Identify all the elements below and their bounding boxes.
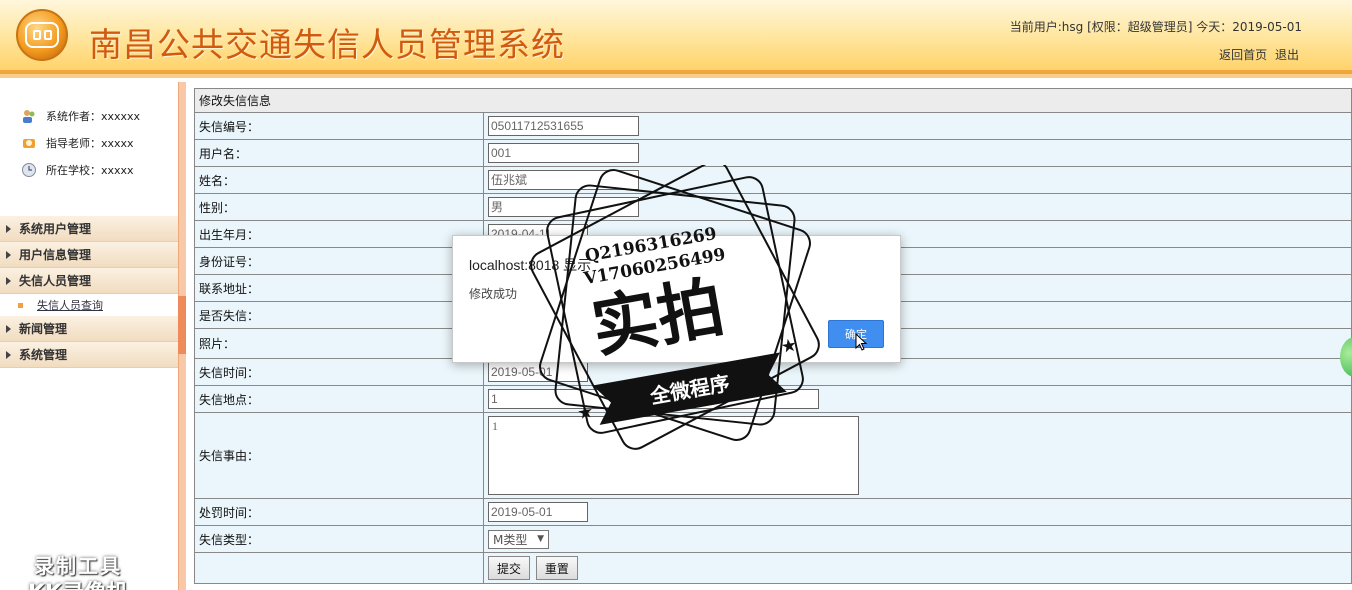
buttons-label-cell <box>194 552 484 584</box>
place-field[interactable]: 1 <box>488 389 819 409</box>
label-birth: 出生年月： <box>194 220 484 248</box>
name-field[interactable]: 伍兆斌 <box>488 170 639 190</box>
sidebar: 系统作者：xxxxxx 指导老师：xxxxx 所在学校：xxxxx 系统用户管理… <box>0 82 178 590</box>
username-field[interactable]: 001 <box>488 143 639 163</box>
top-links: 返回首页 退出 <box>1215 46 1299 63</box>
label-penalty-time: 处罚时间： <box>194 498 484 526</box>
time-field[interactable]: 2019-05-01 <box>488 362 588 382</box>
submit-button[interactable]: 提交 <box>488 556 531 580</box>
recorder-watermark: 录制工具 KK录像机 <box>28 554 128 590</box>
reason-textarea[interactable]: 1 <box>488 416 859 495</box>
label-reason: 失信事由： <box>194 412 484 499</box>
label-place: 失信地点： <box>194 385 484 413</box>
label-type: 失信类型： <box>194 525 484 553</box>
reset-button[interactable]: 重置 <box>535 556 578 580</box>
teacher-icon <box>20 134 38 152</box>
info-teacher: 指导老师：xxxxx <box>0 129 178 156</box>
nav-dishonest-query[interactable]: 失信人员查询 <box>0 294 178 316</box>
label-is-dishonest: 是否失信： <box>194 301 484 329</box>
collapse-sidebar-handle[interactable] <box>178 296 186 354</box>
logout-link[interactable]: 退出 <box>1275 48 1299 62</box>
label-address: 联系地址： <box>194 274 484 302</box>
info-author: 系统作者：xxxxxx <box>0 102 178 129</box>
home-link[interactable]: 返回首页 <box>1219 48 1267 62</box>
arrow-right-icon <box>6 276 11 285</box>
current-user-info: 当前用户:hsg [权限：超级管理员] 今天：2019-05-01 <box>1009 20 1302 34</box>
label-photo: 照片： <box>194 328 484 359</box>
nav-user-info[interactable]: 用户信息管理 <box>0 242 178 268</box>
label-username: 用户名： <box>194 139 484 167</box>
label-time: 失信时间： <box>194 358 484 386</box>
info-school: 所在学校：xxxxx <box>0 156 178 183</box>
header: 南昌公共交通失信人员管理系统 当前用户:hsg [权限：超级管理员] 今天：20… <box>0 0 1352 78</box>
site-title: 南昌公共交通失信人员管理系统 <box>89 25 565 64</box>
label-name: 姓名： <box>194 166 484 194</box>
form-heading: 修改失信信息 <box>194 88 1352 113</box>
users-icon <box>20 107 38 125</box>
dropdown-arrow-icon: ▼ <box>537 534 544 544</box>
id-field[interactable]: 05011712531655 <box>488 116 639 136</box>
nav-system[interactable]: 系统管理 <box>0 342 178 368</box>
author-info: 系统作者：xxxxxx 指导老师：xxxxx 所在学校：xxxxx <box>0 82 178 183</box>
arrow-right-icon <box>6 350 11 359</box>
dialog-message: 修改成功 <box>469 287 518 301</box>
penalty-time-field[interactable]: 2019-05-01 <box>488 502 588 522</box>
sidebar-nav: 系统用户管理 用户信息管理 失信人员管理 失信人员查询 新闻管理 系统管理 <box>0 216 178 368</box>
clock-icon <box>20 161 38 179</box>
label-id: 失信编号： <box>194 112 484 140</box>
arrow-right-icon <box>6 324 11 333</box>
gender-field[interactable]: 男 <box>488 197 639 217</box>
type-select[interactable]: M类型 ▼ <box>488 529 549 549</box>
nav-dishonest-people[interactable]: 失信人员管理 <box>0 268 178 294</box>
arrow-right-icon <box>6 224 11 233</box>
nav-system-users[interactable]: 系统用户管理 <box>0 216 178 242</box>
logo-icon <box>16 9 68 61</box>
mouse-cursor-icon <box>855 333 867 351</box>
label-gender: 性别： <box>194 193 484 221</box>
label-idcard: 身份证号： <box>194 247 484 275</box>
alert-dialog: localhost:8018 显示 修改成功 确定 <box>452 235 901 363</box>
bullet-icon <box>18 302 23 308</box>
nav-news[interactable]: 新闻管理 <box>0 316 178 342</box>
dialog-title: localhost:8018 显示 <box>469 257 592 273</box>
arrow-right-icon <box>6 250 11 259</box>
